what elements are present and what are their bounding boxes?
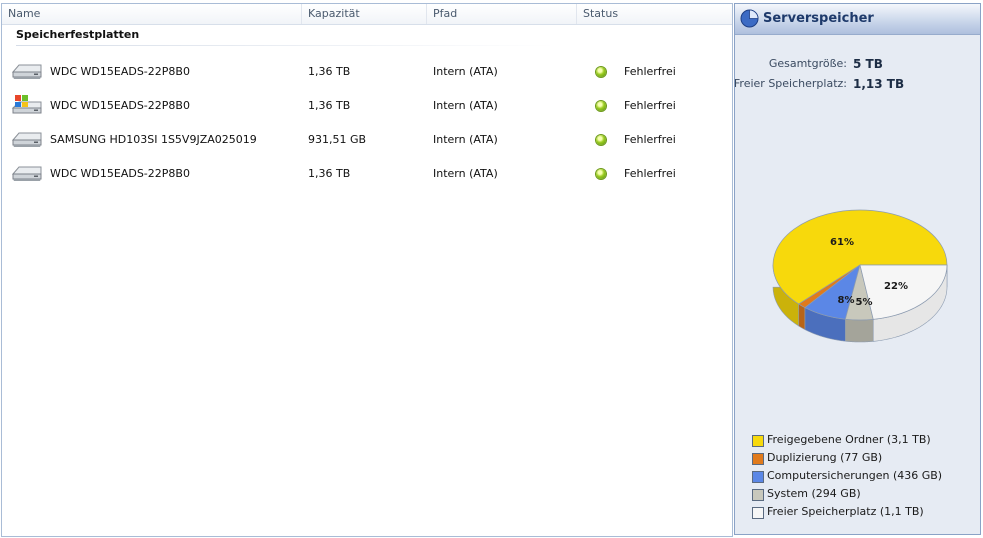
disk-capacity: 1,36 TB (308, 167, 351, 180)
pie-slice-label: 8% (838, 295, 855, 306)
hard-drive-icon (10, 128, 44, 152)
hard-drive-icon (10, 60, 44, 84)
legend-label: Computersicherungen (436 GB) (767, 469, 943, 482)
hard-drive-icon (10, 162, 44, 186)
disk-row[interactable]: WDC WD15EADS-22P8B0 1,36 TB Intern (ATA) Fe… (2, 89, 732, 123)
disk-status: Fehlerfrei (624, 65, 676, 78)
disk-name: WDC WD15EADS-22P8B0 (50, 65, 190, 78)
status-ok-icon (596, 101, 606, 111)
legend-label: Duplizierung (77 GB) (767, 451, 883, 464)
disk-name: WDC WD15EADS-22P8B0 (50, 167, 190, 180)
group-divider (16, 45, 556, 46)
disk-capacity: 1,36 TB (308, 65, 351, 78)
column-name[interactable]: Name (2, 4, 302, 24)
disk-list-pane: Name Kapazität Pfad Status Speicherfestp… (1, 3, 733, 537)
disk-path: Intern (ATA) (433, 65, 498, 78)
disk-status: Fehlerfrei (624, 133, 676, 146)
total-size-value: 5 TB (853, 57, 883, 71)
system-drive-icon (10, 94, 44, 118)
pie-slice-label: 22% (884, 281, 908, 292)
total-size-label: Gesamtgröße: (768, 57, 847, 70)
group-title: Speicherfestplatten (16, 28, 140, 41)
legend-label: Freier Speicherplatz (1,1 TB) (767, 505, 924, 518)
status-ok-icon (596, 169, 606, 179)
disk-path: Intern (ATA) (433, 167, 498, 180)
disk-path: Intern (ATA) (433, 99, 498, 112)
pie-slice-label: 61% (830, 237, 854, 248)
free-space-value: 1,13 TB (853, 77, 905, 91)
legend-swatch (752, 507, 764, 519)
legend-swatch (752, 489, 764, 501)
column-status[interactable]: Status (577, 4, 732, 24)
storage-pie-chart: 61% 8% 5% 22% (772, 209, 948, 343)
column-capacity[interactable]: Kapazität (302, 4, 427, 24)
column-header: Name Kapazität Pfad Status (2, 4, 732, 25)
legend-swatch (752, 471, 764, 483)
status-ok-icon (596, 135, 606, 145)
legend-swatch (752, 453, 764, 465)
free-space-label: Freier Speicherplatz: (733, 77, 847, 90)
disk-path: Intern (ATA) (433, 133, 498, 146)
panel-header: Serverspeicher (735, 4, 980, 35)
panel-title: Serverspeicher (763, 11, 874, 26)
server-storage-panel: Serverspeicher Gesamtgröße: 5 TB Freier … (734, 3, 981, 535)
disk-row[interactable]: WDC WD15EADS-22P8B0 1,36 TB Intern (ATA) Fe… (2, 55, 732, 89)
legend-label: System (294 GB) (767, 487, 861, 500)
column-path[interactable]: Pfad (427, 4, 577, 24)
disk-status: Fehlerfrei (624, 99, 676, 112)
legend-swatch (752, 435, 764, 447)
disk-capacity: 931,51 GB (308, 133, 367, 146)
disk-status: Fehlerfrei (624, 167, 676, 180)
legend-label: Freigegebene Ordner (3,1 TB) (767, 433, 931, 446)
disk-name: WDC WD15EADS-22P8B0 (50, 99, 190, 112)
pie-chart-icon (740, 9, 759, 28)
disk-capacity: 1,36 TB (308, 99, 351, 112)
pie-slice-side (798, 303, 806, 331)
disk-row[interactable]: SAMSUNG HD103SI 1S5V9JZA025019 931,51 GB I… (2, 123, 732, 157)
disk-row[interactable]: WDC WD15EADS-22P8B0 1,36 TB Intern (ATA) Fe… (2, 157, 732, 191)
pie-slice-label: 5% (856, 297, 873, 308)
pie-slice-side (845, 318, 874, 343)
status-ok-icon (596, 67, 606, 77)
disk-name: SAMSUNG HD103SI 1S5V9JZA025019 (50, 133, 257, 146)
